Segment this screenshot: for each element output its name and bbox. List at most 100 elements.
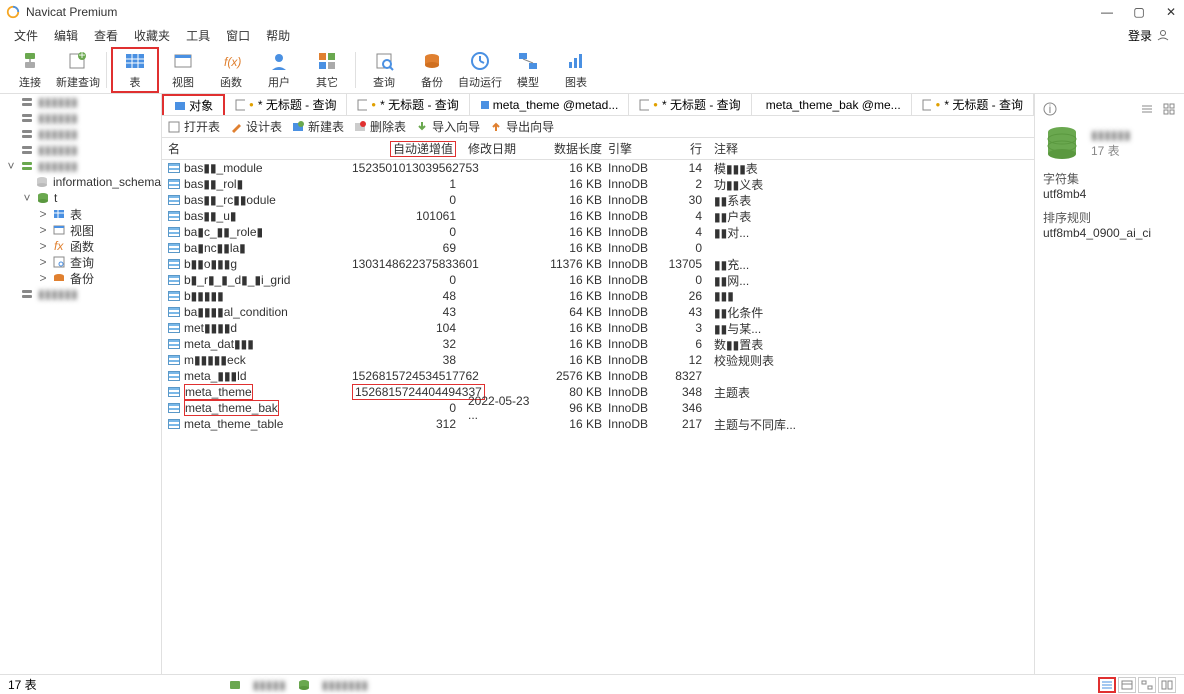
tab[interactable]: 对象 <box>162 94 225 115</box>
tool-user[interactable]: 用户 <box>255 47 303 93</box>
svg-text:fx: fx <box>54 239 64 253</box>
tool-function[interactable]: f(x) 函数 <box>207 47 255 93</box>
menu-file[interactable]: 文件 <box>6 25 46 46</box>
col-rows-header[interactable]: 行 <box>658 140 708 157</box>
import-wizard-button[interactable]: 导入向导 <box>416 118 480 135</box>
tree-item[interactable]: >视图 <box>0 222 161 238</box>
tree-item[interactable]: information_schema <box>0 174 161 190</box>
col-comment-header[interactable]: 注释 <box>708 140 1034 157</box>
view-detail-button[interactable] <box>1118 677 1136 693</box>
table-row[interactable]: ba▮nc▮▮la▮ 69 16 KB InnoDB 0 <box>162 240 1034 256</box>
new-table-button[interactable]: 新建表 <box>292 118 344 135</box>
tab[interactable]: meta_theme @metad... <box>470 94 630 115</box>
table-row[interactable]: bas▮▮_rol▮ 1 16 KB InnoDB 2 功▮▮义表 <box>162 176 1034 192</box>
table-row[interactable]: meta_theme 1526815724404494337 80 KB Inn… <box>162 384 1034 400</box>
charset-value: utf8mb4 <box>1043 187 1176 201</box>
statusbar: 17 表 ▮▮▮▮▮ ▮▮▮▮▮▮▮ <box>0 674 1184 694</box>
menu-window[interactable]: 窗口 <box>218 25 258 46</box>
table-row[interactable]: ba▮c_▮▮_role▮ 0 16 KB InnoDB 4 ▮▮对... <box>162 224 1034 240</box>
app-icon <box>6 5 20 19</box>
collation-value: utf8mb4_0900_ai_ci <box>1043 226 1176 240</box>
tool-new-query[interactable]: + 新建查询 <box>54 47 102 93</box>
db-name: ▮▮▮▮▮▮ <box>1091 128 1131 142</box>
tool-chart[interactable]: 图表 <box>552 47 600 93</box>
view-list-button[interactable] <box>1098 677 1116 693</box>
tool-query[interactable]: 查询 <box>360 47 408 93</box>
tab-bar: 对象●* 无标题 - 查询●* 无标题 - 查询meta_theme @meta… <box>162 94 1034 116</box>
tool-autorun[interactable]: 自动运行 <box>456 47 504 93</box>
table-row[interactable]: b▮▮o▮▮▮g 1303148622375833601 11376 KB In… <box>162 256 1034 272</box>
grid-icon[interactable] <box>1162 102 1176 116</box>
table-row[interactable]: b▮_r▮_▮_d▮_▮i_grid 0 16 KB InnoDB 0 ▮▮网.… <box>162 272 1034 288</box>
design-table-button[interactable]: 设计表 <box>230 118 282 135</box>
table-row[interactable]: meta_theme_bak 0 2022-05-23 ... 96 KB In… <box>162 400 1034 416</box>
open-table-button[interactable]: 打开表 <box>168 118 220 135</box>
table-row[interactable]: bas▮▮_u▮ 101061 16 KB InnoDB 4 ▮▮户表 <box>162 208 1034 224</box>
tree-item[interactable]: >表 <box>0 206 161 222</box>
table-row[interactable]: m▮▮▮▮▮eck 38 16 KB InnoDB 12 校验规则表 <box>162 352 1034 368</box>
tree-item[interactable]: >查询 <box>0 254 161 270</box>
tool-backup[interactable]: 备份 <box>408 47 456 93</box>
table-row[interactable]: b▮▮▮▮▮ 48 16 KB InnoDB 26 ▮▮▮ <box>162 288 1034 304</box>
menu-edit[interactable]: 编辑 <box>46 25 86 46</box>
tab[interactable]: ●* 无标题 - 查询 <box>912 94 1034 115</box>
tool-table[interactable]: 表 <box>111 47 159 93</box>
table-body: bas▮▮_module 1523501013039562753 16 KB I… <box>162 160 1034 674</box>
table-row[interactable]: bas▮▮_rc▮▮odule 0 16 KB InnoDB 30 ▮▮系表 <box>162 192 1034 208</box>
connection-tree: ▮▮▮▮▮▮▮▮▮▮▮▮▮▮▮▮▮▮▮▮▮▮▮▮˅▮▮▮▮▮▮informati… <box>0 94 162 674</box>
tab[interactable]: ●* 无标题 - 查询 <box>347 94 469 115</box>
tree-item[interactable]: >备份 <box>0 270 161 286</box>
col-date-header[interactable]: 修改日期 <box>462 140 540 157</box>
minimize-button[interactable]: — <box>1100 5 1114 19</box>
menu-view[interactable]: 查看 <box>86 25 126 46</box>
table-row[interactable]: meta_theme_table 312 16 KB InnoDB 217 主题… <box>162 416 1034 432</box>
table-header: 名 自动递增值 修改日期 数据长度 引擎 行 注释 <box>162 138 1034 160</box>
table-count: 17 表 <box>1091 142 1131 159</box>
table-row[interactable]: met▮▮▮▮d 104 16 KB InnoDB 3 ▮▮与某... <box>162 320 1034 336</box>
tool-model[interactable]: 模型 <box>504 47 552 93</box>
object-toolbar: 打开表 设计表 新建表 删除表 导入向导 导出向导 <box>162 116 1034 138</box>
tree-item[interactable]: ˅▮▮▮▮▮▮ <box>0 158 161 174</box>
info-icon[interactable]: i <box>1043 102 1057 116</box>
table-row[interactable]: bas▮▮_module 1523501013039562753 16 KB I… <box>162 160 1034 176</box>
delete-table-button[interactable]: 删除表 <box>354 118 406 135</box>
svg-text:+: + <box>78 50 85 62</box>
svg-text:i: i <box>1049 102 1052 116</box>
info-panel: i ▮▮▮▮▮▮ 17 表 字符集 utf8mb4 排序规则 utf8mb4_0… <box>1034 94 1184 674</box>
col-autoinc-header[interactable]: 自动递增值 <box>352 140 462 157</box>
tool-view[interactable]: 视图 <box>159 47 207 93</box>
tab[interactable]: ●* 无标题 - 查询 <box>629 94 751 115</box>
tree-item[interactable]: ▮▮▮▮▮▮ <box>0 110 161 126</box>
view-split-button[interactable] <box>1158 677 1176 693</box>
tree-item[interactable]: ▮▮▮▮▮▮ <box>0 286 161 302</box>
tree-item[interactable]: ▮▮▮▮▮▮ <box>0 126 161 142</box>
view-er-button[interactable] <box>1138 677 1156 693</box>
table-row[interactable]: meta_dat▮▮▮ 32 16 KB InnoDB 6 数▮▮置表 <box>162 336 1034 352</box>
status-db-icon <box>298 679 310 691</box>
col-len-header[interactable]: 数据长度 <box>540 140 608 157</box>
tree-item[interactable]: >fx函数 <box>0 238 161 254</box>
login-button[interactable]: 登录 <box>1120 25 1178 46</box>
close-button[interactable]: ✕ <box>1164 5 1178 19</box>
menu-tools[interactable]: 工具 <box>178 25 218 46</box>
tab[interactable]: ●* 无标题 - 查询 <box>225 94 347 115</box>
tree-item[interactable]: ˅t <box>0 190 161 206</box>
table-row[interactable]: meta_▮▮▮ld 1526815724534517762 2576 KB I… <box>162 368 1034 384</box>
app-title: Navicat Premium <box>26 5 1100 19</box>
main-toolbar: 连接 + 新建查询 表 视图 f(x) 函数 用户 其它 查询 备份 自动运行 … <box>0 46 1184 94</box>
maximize-button[interactable]: ▢ <box>1132 5 1146 19</box>
menu-favorites[interactable]: 收藏夹 <box>126 25 178 46</box>
table-row[interactable]: ba▮▮▮▮al_condition 43 64 KB InnoDB 43 ▮▮… <box>162 304 1034 320</box>
col-engine-header[interactable]: 引擎 <box>608 140 658 157</box>
status-conn-icon <box>229 679 241 691</box>
tab[interactable]: meta_theme_bak @me... <box>752 94 912 115</box>
status-count: 17 表 <box>8 676 37 693</box>
list-icon[interactable] <box>1140 102 1154 116</box>
col-name-header[interactable]: 名 <box>162 140 352 157</box>
tree-item[interactable]: ▮▮▮▮▮▮ <box>0 94 161 110</box>
export-wizard-button[interactable]: 导出向导 <box>490 118 554 135</box>
menu-help[interactable]: 帮助 <box>258 25 298 46</box>
tool-other[interactable]: 其它 <box>303 47 351 93</box>
tool-connect[interactable]: 连接 <box>6 47 54 93</box>
tree-item[interactable]: ▮▮▮▮▮▮ <box>0 142 161 158</box>
